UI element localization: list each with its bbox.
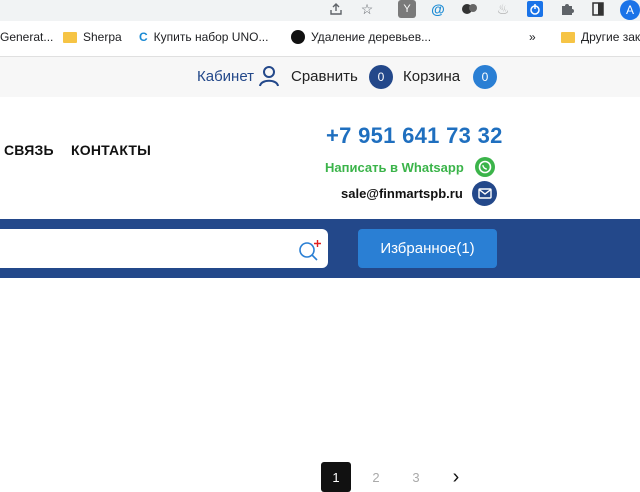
- share-icon[interactable]: [326, 0, 346, 18]
- sidepanel-icon[interactable]: [590, 0, 606, 18]
- whatsapp-icon[interactable]: [475, 157, 495, 177]
- extension-balls-icon[interactable]: [458, 0, 482, 18]
- browser-toolbar: ☆ Y @ ♨ A: [0, 0, 640, 21]
- cart-link[interactable]: Корзина: [403, 68, 460, 85]
- whatsapp-link[interactable]: Написать в Whatsapp: [325, 160, 464, 175]
- favorites-button[interactable]: Избранное(1): [358, 229, 497, 268]
- account-avatar[interactable]: A: [620, 0, 640, 20]
- bookmark-other[interactable]: Другие закл: [561, 30, 640, 44]
- bookmark-label: Другие закл: [581, 30, 640, 44]
- loader-icon: C: [139, 30, 148, 44]
- user-icon[interactable]: [258, 65, 280, 92]
- page-1-button[interactable]: 1: [321, 462, 351, 492]
- site-header: СВЯЗЬ КОНТАКТЫ +7 951 641 73 32 Написать…: [0, 97, 640, 219]
- bookmarks-overflow-button[interactable]: »: [529, 30, 536, 44]
- extension-power-icon[interactable]: [526, 0, 544, 18]
- email-link[interactable]: sale@finmartspb.ru: [341, 186, 463, 201]
- extension-flame-icon[interactable]: ♨: [494, 0, 512, 18]
- extension-at-icon[interactable]: @: [428, 0, 448, 18]
- next-page-button[interactable]: ›: [442, 462, 470, 492]
- cabinet-link[interactable]: Кабинет: [197, 68, 254, 85]
- bookmark-sherpa[interactable]: Sherpa: [63, 30, 122, 44]
- bookmark-star-icon[interactable]: ☆: [357, 0, 377, 18]
- mail-icon[interactable]: [472, 181, 497, 206]
- folder-icon: [63, 31, 77, 43]
- bookmark-generat[interactable]: Generat...: [0, 30, 53, 44]
- bookmark-label: Купить набор UNO...: [153, 30, 269, 44]
- extension-y-icon[interactable]: Y: [398, 0, 416, 18]
- search-bar-section: Избранное(1): [0, 219, 640, 278]
- bookmark-label: Sherpa: [83, 30, 122, 44]
- site-utility-bar: Кабинет Сравнить 0 Корзина 0: [0, 57, 640, 97]
- phone-number[interactable]: +7 951 641 73 32: [326, 123, 503, 149]
- bookmarks-bar: Generat... Sherpa C Купить набор UNO... …: [0, 21, 640, 57]
- site-favicon-icon: [291, 30, 305, 44]
- search-icon[interactable]: [298, 239, 322, 266]
- page-3-button[interactable]: 3: [402, 462, 430, 492]
- bookmark-label: Generat...: [0, 30, 54, 44]
- extensions-puzzle-icon[interactable]: [558, 0, 576, 18]
- nav-item-contacts[interactable]: КОНТАКТЫ: [71, 142, 151, 158]
- page-2-button[interactable]: 2: [362, 462, 390, 492]
- folder-icon: [561, 31, 575, 43]
- bookmark-label: Удаление деревьев...: [311, 30, 432, 44]
- bookmark-uno[interactable]: C Купить набор UNO...: [139, 30, 268, 44]
- nav-item-contact[interactable]: СВЯЗЬ: [4, 142, 54, 158]
- search-input[interactable]: [0, 229, 328, 268]
- compare-link[interactable]: Сравнить: [291, 68, 358, 85]
- bookmark-trees[interactable]: Удаление деревьев...: [291, 30, 431, 44]
- cart-count-badge: 0: [473, 65, 497, 89]
- chevron-double-right-icon: »: [529, 30, 536, 44]
- compare-count-badge: 0: [369, 65, 393, 89]
